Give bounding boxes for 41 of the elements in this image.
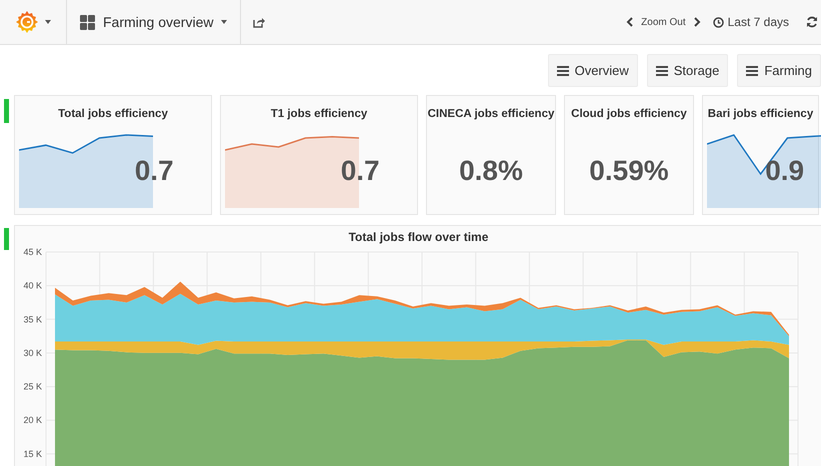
previous-button[interactable]: [624, 15, 636, 29]
y-axis-label: 15 K: [23, 448, 42, 459]
refresh-icon: [806, 16, 818, 28]
share-icon: [253, 16, 266, 28]
chevron-right-icon: [694, 17, 701, 27]
y-axis-label: 45 K: [23, 247, 42, 257]
y-axis-label: 35 K: [23, 314, 42, 324]
swirl-logo-icon: [15, 10, 39, 34]
y-axis-label: 20 K: [23, 415, 42, 426]
grid-icon: [80, 14, 95, 30]
stat-value: 0.59%: [589, 155, 669, 186]
panel-title: Total jobs efficiency: [58, 108, 168, 120]
caret-icon: [221, 20, 228, 24]
panel-title: Cloud jobs efficiency: [571, 108, 687, 120]
zoom-out-button[interactable]: Zoom Out: [641, 14, 686, 30]
caret-icon: [45, 20, 51, 24]
stat-value: 0.7: [340, 155, 380, 186]
next-button[interactable]: [692, 15, 703, 29]
dashboard-link-button[interactable]: Overview: [548, 54, 638, 87]
row-marker: [4, 99, 9, 123]
dashboard-link-button[interactable]: Storage: [646, 54, 728, 87]
y-axis-label: 25 K: [23, 382, 42, 392]
chevron-left-icon: [626, 17, 634, 27]
panel-title: T1 jobs efficiency: [270, 108, 368, 120]
panel-title: Bari jobs efficiency: [708, 108, 814, 120]
y-axis-label: 40 K: [23, 280, 42, 291]
stat-value: 0.9: [765, 155, 804, 186]
dashboard-picker[interactable]: Farming overview: [67, 0, 242, 44]
y-axis-label: 30 K: [23, 348, 42, 358]
menu-icon: [746, 66, 758, 76]
clock-icon: [712, 16, 724, 28]
menu-icon: [656, 66, 668, 76]
dashboard-link-button[interactable]: Farming: [737, 54, 821, 87]
panel-title: CINECA jobs efficiency: [428, 108, 554, 120]
stat-value: 0.8%: [459, 155, 523, 186]
row-marker: [4, 228, 9, 250]
refresh-button[interactable]: [805, 15, 819, 29]
stat-value: 0.7: [134, 155, 174, 186]
time-range-button[interactable]: Last 7 days: [712, 13, 789, 31]
panel-title: Total jobs flow over time: [348, 230, 488, 244]
menu-icon: [556, 66, 569, 76]
